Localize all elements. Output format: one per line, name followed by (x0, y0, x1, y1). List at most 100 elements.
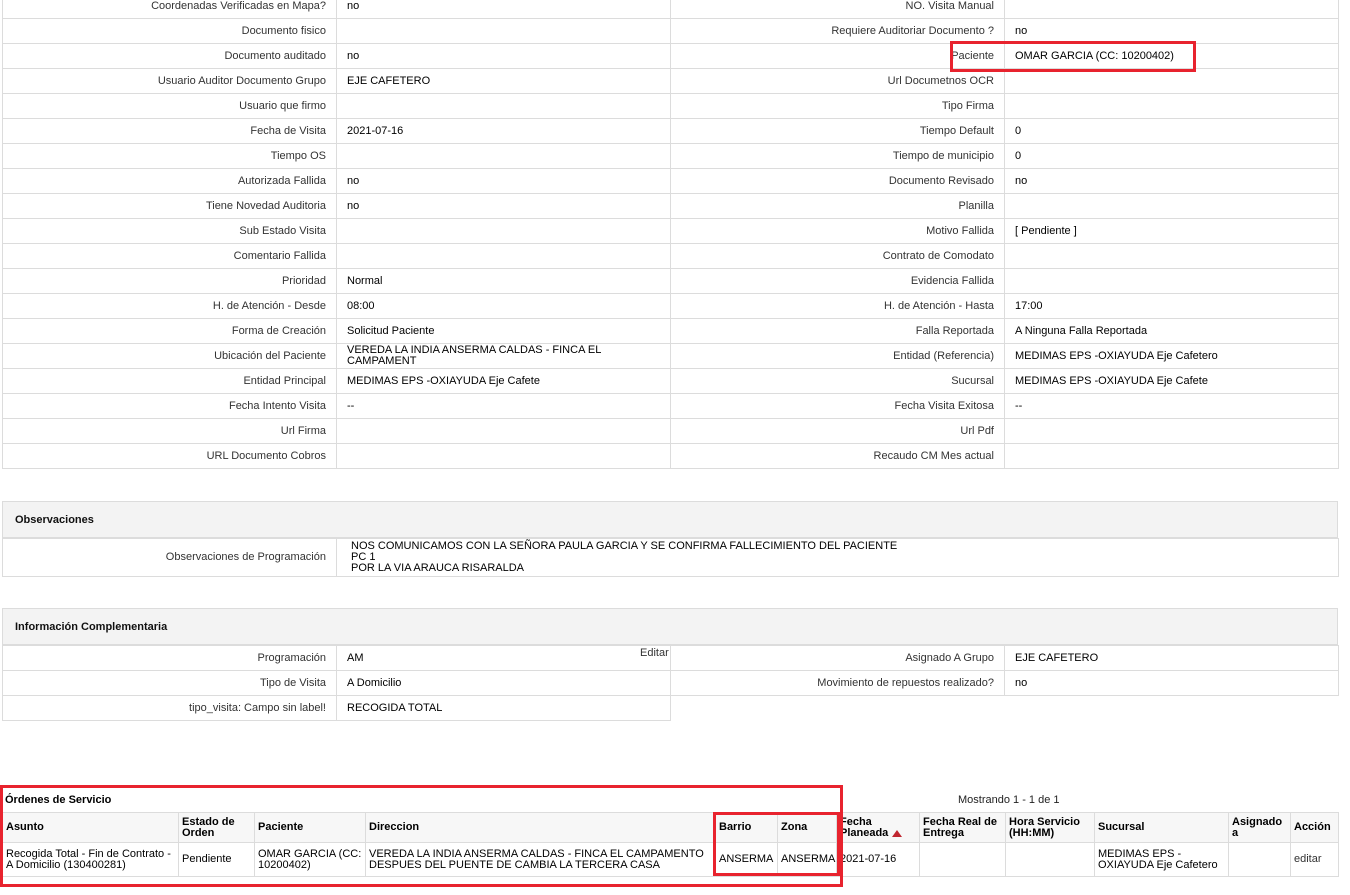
observaciones-table: Observaciones de Programación NOS COMUNI… (2, 538, 1339, 577)
detail-row: Tiene Novedad Auditoria no Planilla (2, 193, 1339, 219)
field-label: Documento auditado (2, 43, 337, 69)
field-value (336, 143, 671, 169)
field-label: Url Firma (2, 418, 337, 444)
column-header[interactable]: Zona (777, 812, 837, 843)
column-header-label: Hora Servicio (HH:MM) (1009, 815, 1080, 839)
field-value: Solicitud Paciente (336, 318, 671, 344)
field-value (336, 443, 671, 469)
field-value (1004, 0, 1339, 19)
column-header[interactable]: Paciente (254, 812, 366, 843)
column-header[interactable]: Estado de Orden (178, 812, 255, 843)
detail-row: Forma de Creación Solicitud Paciente Falla… (2, 318, 1339, 344)
field-value (1004, 418, 1339, 444)
column-header-label: Fecha Planeada (840, 815, 889, 839)
field-value: Normal (336, 268, 671, 294)
detail-row: Entidad Principal MEDIMAS EPS -OXIAYUDA E… (2, 368, 1339, 394)
field-label: Tipo de Visita (2, 670, 337, 696)
column-header[interactable]: Direccion (365, 812, 716, 843)
detail-row: Sub Estado Visita Motivo Fallida[ Pendien… (2, 218, 1339, 244)
field-label: Ubicación del Paciente (2, 343, 337, 369)
field-value: no (336, 43, 671, 69)
field-label: Prioridad (2, 268, 337, 294)
detail-row: Ubicación del Paciente VEREDA LA INDIA AN… (2, 343, 1339, 369)
table-cell: VEREDA LA INDIA ANSERMA CALDAS - FINCA E… (365, 842, 716, 877)
field-label: Sub Estado Visita (2, 218, 337, 244)
field-value: EJE CAFETERO (336, 68, 671, 94)
field-value: NOS COMUNICAMOS CON LA SEÑORA PAULA GARC… (336, 538, 1339, 577)
field-label: Falla Reportada (670, 318, 1005, 344)
column-header[interactable]: Fecha Real de Entrega (919, 812, 1006, 843)
field-value: RECOGIDA TOTAL (336, 695, 671, 721)
edit-row-link[interactable]: editar (1290, 842, 1339, 877)
field-value (336, 243, 671, 269)
table-cell: Pendiente (178, 842, 255, 877)
detail-row: Url Firma Url Pdf (2, 418, 1339, 444)
informacion-complementaria-header: Información Complementaria (2, 608, 1338, 645)
column-header-label: Paciente (258, 821, 304, 833)
field-value (1004, 268, 1339, 294)
field-label: Tiempo de municipio (670, 143, 1005, 169)
column-header[interactable]: Barrio (715, 812, 778, 843)
field-label: Forma de Creación (2, 318, 337, 344)
field-value: MEDIMAS EPS -OXIAYUDA Eje Cafetero (1004, 343, 1339, 369)
orders-header-row: Asunto Estado de Orden Paciente Direccion Ba… (2, 812, 1339, 843)
column-header-label: Zona (781, 821, 808, 833)
detail-row: Usuario Auditor Documento Grupo EJE CAFET… (2, 68, 1339, 94)
field-value: OMAR GARCIA (CC: 10200402) (1004, 43, 1339, 69)
field-value: EJE CAFETERO (1004, 645, 1339, 671)
field-value: A Domicilio (336, 670, 671, 696)
table-cell: ANSERMA (715, 842, 778, 877)
field-label: Contrato de Comodato (670, 243, 1005, 269)
orders-title: Órdenes de Servicio (5, 794, 112, 806)
column-header[interactable]: Acción (1290, 812, 1339, 843)
column-header[interactable]: Asunto (2, 812, 179, 843)
detail-row: Documento fisico Requiere Auditoriar Docu… (2, 18, 1339, 44)
field-value (336, 218, 671, 244)
field-value (336, 18, 671, 44)
column-header[interactable]: Sucursal (1094, 812, 1229, 843)
info-row: Programación AM Asignado A Grupo EJE CAFETE… (2, 645, 1339, 671)
column-header[interactable]: Fecha Planeada (836, 812, 920, 843)
field-value: A Ninguna Falla Reportada (1004, 318, 1339, 344)
field-label: Evidencia Fallida (670, 268, 1005, 294)
field-label: Coordenadas Verificadas en Mapa? (2, 0, 337, 19)
column-header-label: Asunto (6, 821, 44, 833)
detail-row: Autorizada Fallida no Documento Revisado no (2, 168, 1339, 194)
field-value: no (1004, 168, 1339, 194)
table-cell: MEDIMAS EPS - OXIAYUDA Eje Cafetero (1094, 842, 1229, 877)
section-title: Información Complementaria (15, 620, 168, 633)
detail-row: Comentario Fallida Contrato de Comodato (2, 243, 1339, 269)
empty-cell (671, 696, 1005, 721)
field-value (1004, 443, 1339, 469)
field-value (1004, 243, 1339, 269)
column-header-label: Fecha Real de Entrega (923, 815, 997, 839)
field-value: no (1004, 670, 1339, 696)
field-label: Documento Revisado (670, 168, 1005, 194)
edit-link[interactable]: Editar (640, 647, 669, 659)
field-label: Paciente (670, 43, 1005, 69)
info-row: Tipo de Visita A Domicilio Movimiento de r… (2, 670, 1339, 696)
field-label: Tipo Firma (670, 93, 1005, 119)
column-header-label: Estado de Orden (182, 815, 235, 839)
field-label: Entidad (Referencia) (670, 343, 1005, 369)
field-label: Url Pdf (670, 418, 1005, 444)
sort-ascending-icon[interactable] (892, 829, 903, 837)
field-value: 0 (1004, 118, 1339, 144)
column-header-label: Barrio (719, 821, 752, 833)
table-cell: ANSERMA (777, 842, 837, 877)
field-value: no (336, 0, 671, 19)
field-value: AM (336, 645, 671, 671)
detail-row: URL Documento Cobros Recaudo CM Mes actua… (2, 443, 1339, 469)
field-label: Url Documetnos OCR (670, 68, 1005, 94)
empty-cell (1005, 696, 1339, 721)
visit-detail-table: Coordenadas Verificadas en Mapa? no NO. Vi… (2, 0, 1339, 469)
field-value: 2021-07-16 (336, 118, 671, 144)
field-value: MEDIMAS EPS -OXIAYUDA Eje Cafete (336, 368, 671, 394)
table-row: Recogida Total - Fin de Contrato - A Dom… (2, 842, 1339, 877)
column-header[interactable]: Hora Servicio (HH:MM) (1005, 812, 1095, 843)
field-value (336, 93, 671, 119)
field-label: tipo_visita: Campo sin label! (2, 695, 337, 721)
detail-row: Coordenadas Verificadas en Mapa? no NO. Vi… (2, 0, 1339, 19)
table-cell: OMAR GARCIA (CC: 10200402) (254, 842, 366, 877)
column-header[interactable]: Asignado a (1228, 812, 1291, 843)
